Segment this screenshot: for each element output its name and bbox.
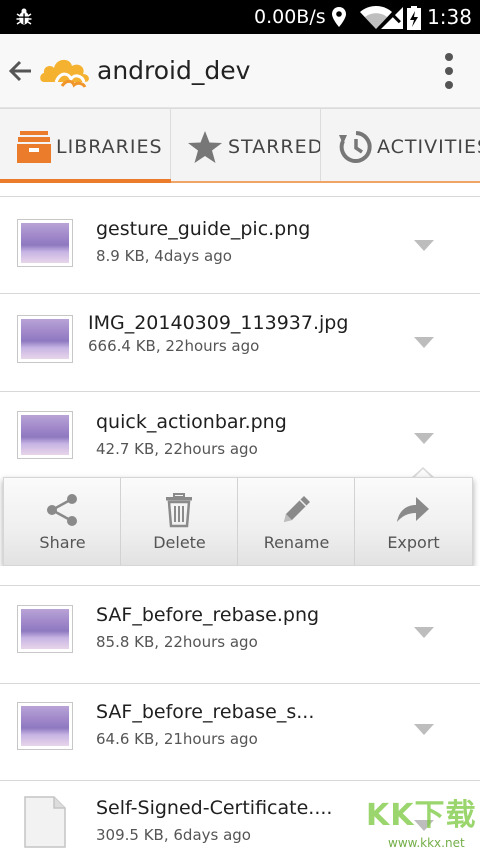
activity-history-icon	[339, 131, 372, 163]
file-name: IMG_20140309_113937.jpg	[88, 312, 349, 334]
delete-button[interactable]: Delete	[121, 478, 238, 565]
file-name: quick_actionbar.png	[96, 411, 287, 433]
share-label: Share	[39, 533, 86, 552]
file-meta: 64.6 KB, 21hours ago	[96, 730, 258, 748]
rename-button[interactable]: Rename	[238, 478, 355, 565]
share-icon	[47, 494, 77, 526]
seafile-cloud-logo	[40, 59, 89, 88]
tab-label-activities: ACTIVITIES	[377, 136, 480, 158]
file-meta: 666.4 KB, 22hours ago	[88, 337, 260, 355]
export-label: Export	[387, 533, 440, 552]
watermark-url: www.kkx.net	[388, 836, 465, 850]
image-thumbnail	[17, 219, 73, 267]
file-name: SAF_before_rebase_s...	[96, 701, 315, 723]
delete-label: Delete	[153, 533, 206, 552]
battery-charging-icon	[407, 6, 421, 30]
export-arrow-icon	[397, 497, 429, 522]
star-icon	[188, 131, 222, 163]
tab-bar: LIBRARIES STARRED ACTIVITIES	[0, 108, 480, 183]
chevron-down-icon[interactable]	[414, 627, 434, 639]
file-meta: 85.8 KB, 22hours ago	[96, 633, 258, 651]
file-meta: 8.9 KB, 4days ago	[96, 247, 232, 265]
page-title: android_dev	[97, 56, 251, 85]
image-thumbnail	[17, 315, 73, 363]
share-button[interactable]: Share	[4, 478, 121, 565]
watermark-logo-text: KK下载	[366, 798, 477, 833]
pencil-icon	[284, 496, 310, 522]
image-thumbnail	[17, 411, 73, 459]
file-name: SAF_before_rebase.png	[96, 604, 320, 626]
active-tab-indicator	[0, 179, 171, 183]
export-button[interactable]: Export	[355, 478, 472, 565]
trash-icon	[166, 493, 192, 528]
chevron-down-icon[interactable]	[414, 240, 434, 252]
file-meta: 42.7 KB, 22hours ago	[96, 440, 258, 458]
chevron-down-icon[interactable]	[414, 337, 434, 349]
status-bar: 0.00B/s 1:38	[0, 0, 480, 34]
rename-label: Rename	[263, 533, 330, 552]
chevron-down-icon[interactable]	[414, 433, 434, 445]
file-row[interactable]: SAF_before_rebase.png 85.8 KB, 22hours a…	[0, 587, 480, 684]
file-name: gesture_guide_pic.png	[96, 218, 311, 240]
network-speed: 0.00B/s	[254, 6, 326, 28]
tab-label-starred: STARRED	[228, 136, 321, 158]
tab-label-libraries: LIBRARIES	[56, 136, 163, 158]
file-name: Self-Signed-Certificate....	[96, 797, 333, 819]
file-row[interactable]: IMG_20140309_113937.jpg 666.4 KB, 22hour…	[0, 295, 480, 392]
clock: 1:38	[427, 5, 472, 29]
tab-starred[interactable]: STARRED	[171, 109, 321, 183]
more-vertical-icon[interactable]	[444, 52, 454, 90]
tab-libraries[interactable]: LIBRARIES	[0, 109, 171, 183]
action-bar: android_dev	[0, 34, 480, 108]
document-file-icon	[24, 796, 66, 848]
libraries-drawer-icon	[17, 131, 51, 163]
image-thumbnail	[17, 605, 73, 653]
arrow-back-icon[interactable]	[8, 58, 34, 84]
list-divider	[0, 566, 480, 586]
file-row[interactable]: gesture_guide_pic.png 8.9 KB, 4days ago	[0, 197, 480, 294]
tab-activities[interactable]: ACTIVITIES	[321, 109, 480, 183]
watermark: KK下载 www.kkx.net	[362, 796, 480, 853]
location-icon	[332, 7, 346, 27]
file-row[interactable]: quick_actionbar.png 42.7 KB, 22hours ago	[0, 392, 480, 477]
file-actions-panel: Share Delete Rename Export	[3, 477, 473, 566]
file-meta: 309.5 KB, 6days ago	[96, 826, 251, 844]
chevron-down-icon[interactable]	[414, 724, 434, 736]
signal-icon	[381, 7, 403, 29]
file-row[interactable]: SAF_before_rebase_s... 64.6 KB, 21hours …	[0, 684, 480, 781]
image-thumbnail	[17, 702, 73, 750]
debug-bug-icon	[16, 8, 32, 25]
